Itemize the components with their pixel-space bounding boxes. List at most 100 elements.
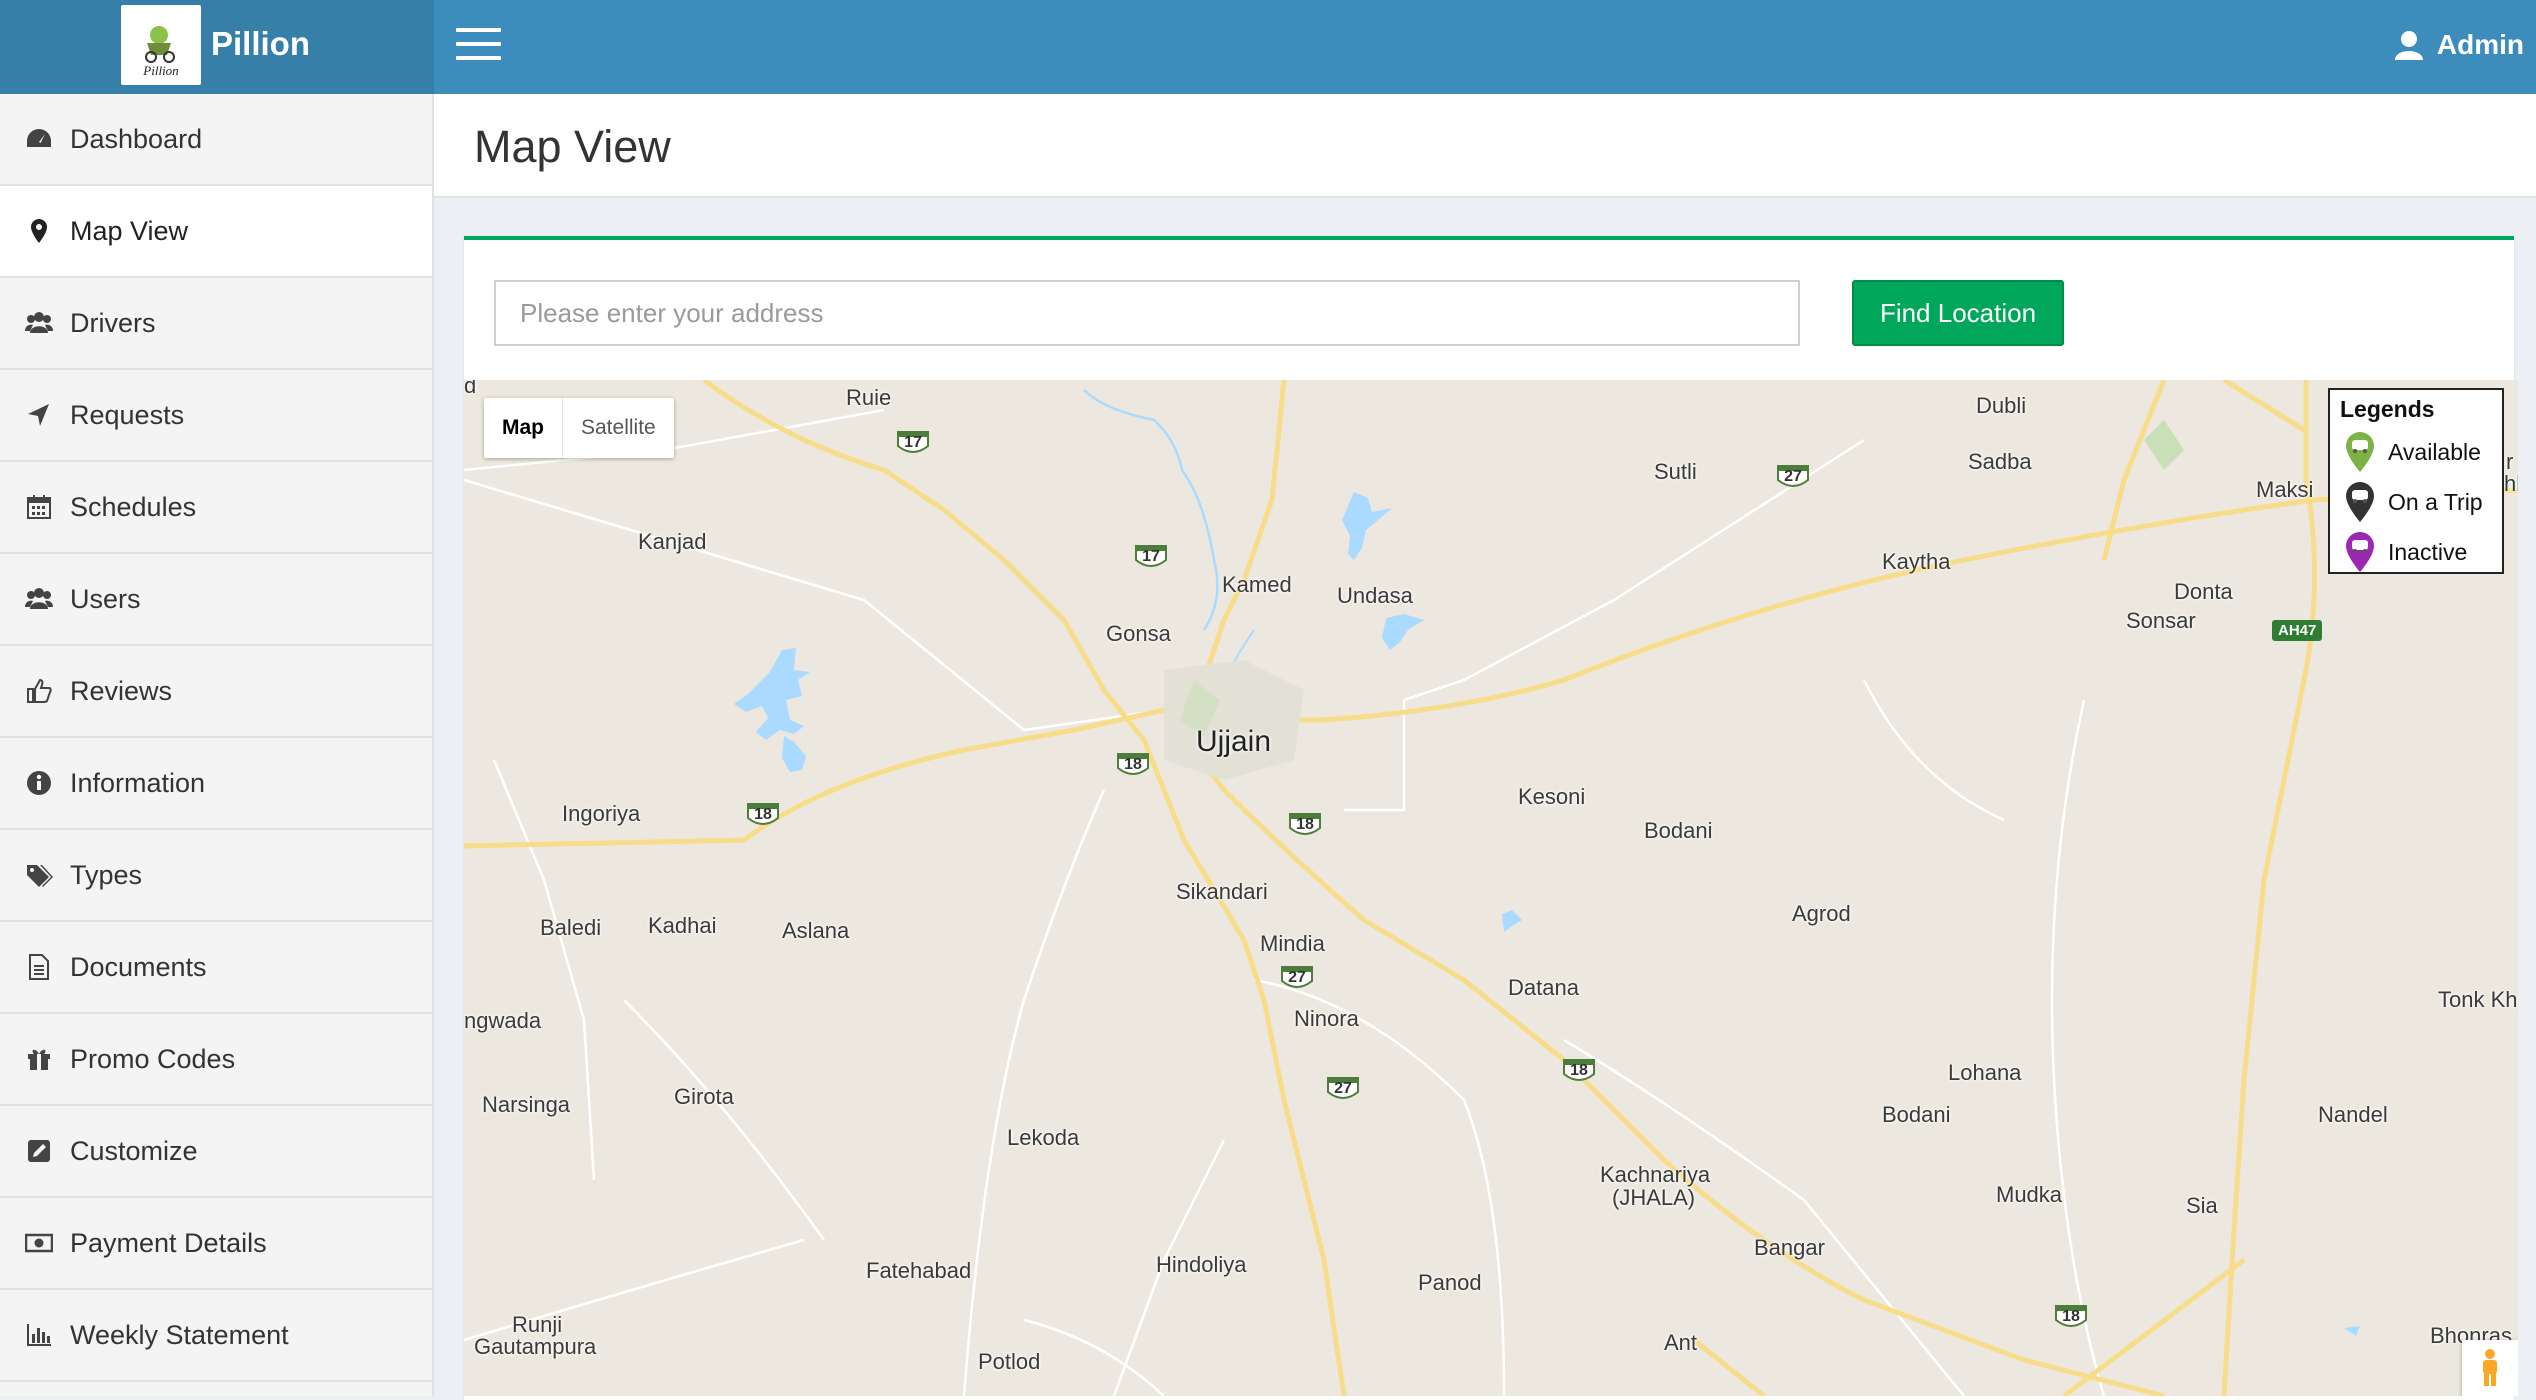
info-circle-icon [24, 768, 54, 798]
sidebar-item-drivers[interactable]: Drivers [0, 278, 432, 370]
location-arrow-icon [24, 400, 54, 430]
place-label: Mindia [1260, 931, 1325, 956]
top-header: Pillion Pillion Admin [0, 0, 2536, 94]
sidebar-item-documents[interactable]: Documents [0, 922, 432, 1014]
highway-shield: 18 [1288, 810, 1322, 838]
street-view-pegman-button[interactable] [2462, 1340, 2518, 1396]
map-type-map-button[interactable]: Map [484, 398, 563, 458]
place-label: Kanjad [638, 529, 707, 554]
highway-shield: 27 [1326, 1074, 1360, 1102]
sidebar-item-reviews[interactable]: Reviews [0, 646, 432, 738]
content-header: Map View [434, 94, 2536, 198]
map-marker-icon [24, 216, 54, 246]
place-label: Baledi [540, 915, 602, 940]
place-label: Gautampura [474, 1334, 597, 1359]
highway-shield: 18 [1116, 750, 1150, 778]
sidebar-item-label: Schedules [70, 491, 197, 522]
users-icon [24, 308, 54, 338]
car-pin-on-trip-icon [2346, 482, 2374, 522]
place-label: d [464, 380, 477, 398]
place-label: Kachnariya [1600, 1162, 1711, 1187]
file-text-icon [24, 952, 54, 982]
legend-item-on-a-trip: On a Trip [2344, 480, 2483, 524]
legend-label: Available [2388, 438, 2481, 465]
map-type-satellite-button[interactable]: Satellite [563, 398, 674, 458]
place-label: Kadhai [648, 913, 717, 938]
place-label: Lohana [1948, 1060, 2022, 1085]
place-label: Ninora [1294, 1006, 1359, 1031]
place-label: ngwada [464, 1008, 542, 1033]
map-base-layer [464, 380, 2518, 1396]
calendar-icon [24, 492, 54, 522]
sidebar-item-weekly-statement[interactable]: Weekly Statement [0, 1290, 432, 1382]
car-pin-available-icon [2346, 432, 2374, 472]
highway-shield: 27 [1776, 462, 1810, 490]
place-label: Lekoda [1007, 1125, 1080, 1150]
place-label: hl [2504, 471, 2518, 496]
place-label: Girota [674, 1084, 734, 1109]
place-label: Sikandari [1176, 879, 1268, 904]
sidebar-item-requests[interactable]: Requests [0, 370, 432, 462]
sidebar-item-information[interactable]: Information [0, 738, 432, 830]
place-label: Dubli [1976, 393, 2027, 418]
place-label: (JHALA) [1612, 1185, 1696, 1210]
highway-shield: 18 [746, 800, 780, 828]
sidebar-item-label: Customize [70, 1135, 198, 1166]
sidebar-item-users[interactable]: Users [0, 554, 432, 646]
map-legend: Legends Available On a Trip Inactive [2328, 388, 2504, 574]
place-label: Maksi [2256, 477, 2314, 502]
thumbs-up-icon [24, 676, 54, 706]
sidebar-item-label: Users [70, 583, 141, 614]
sidebar-item-label: Requests [70, 399, 185, 430]
place-label: Narsinga [482, 1092, 571, 1117]
legend-item-inactive: Inactive [2344, 530, 2467, 574]
place-label: Nandel [2318, 1102, 2388, 1127]
place-label: Ant [1664, 1330, 1698, 1355]
brand[interactable]: Pillion Pillion [0, 0, 434, 94]
sidebar-item-dashboard[interactable]: Dashboard [0, 94, 432, 186]
place-label: Aslana [782, 918, 850, 943]
highway-shield: 18 [1562, 1056, 1596, 1084]
place-label: Ingoriya [562, 801, 641, 826]
map-type-control: Map Satellite [484, 398, 674, 458]
sidebar-item-label: Information [70, 767, 206, 798]
legend-label: On a Trip [2388, 488, 2483, 515]
sidebar-item-customize[interactable]: Customize [0, 1106, 432, 1198]
place-label: Bangar [1754, 1235, 1825, 1260]
sidebar-item-promo-codes[interactable]: Promo Codes [0, 1014, 432, 1106]
place-label: Undasa [1337, 583, 1413, 608]
user-icon [2394, 31, 2423, 60]
legend-title: Legends [2340, 396, 2435, 422]
place-label: Sia [2186, 1193, 2218, 1218]
sidebar-item-map-view[interactable]: Map View [0, 186, 432, 278]
highway-shield: AH47 [2272, 620, 2323, 641]
sidebar-item-payment-details[interactable]: Payment Details [0, 1198, 432, 1290]
users-icon [24, 584, 54, 614]
app-name: Pillion [211, 25, 310, 62]
sidebar-item-label: Types [70, 859, 143, 890]
money-icon [24, 1228, 54, 1258]
car-pin-inactive-icon [2346, 532, 2374, 572]
place-label: Bodani [1644, 818, 1713, 843]
place-label: Panod [1418, 1270, 1482, 1295]
highway-shield: 17 [896, 428, 930, 456]
user-menu[interactable]: Admin [2394, 25, 2524, 65]
sidebar-item-types[interactable]: Types [0, 830, 432, 922]
sidebar-item-schedules[interactable]: Schedules [0, 462, 432, 554]
bar-chart-icon [24, 1320, 54, 1350]
legend-label: Inactive [2388, 538, 2468, 565]
place-label: Kamed [1222, 572, 1292, 597]
place-label: Sonsar [2126, 608, 2196, 633]
place-label: Potlod [978, 1349, 1041, 1374]
sidebar-item-label: Promo Codes [70, 1043, 236, 1074]
place-label: Sadba [1968, 449, 2032, 474]
app-logo: Pillion [121, 5, 201, 85]
place-label: Gonsa [1106, 621, 1171, 646]
gift-icon [24, 1044, 54, 1074]
google-map[interactable]: d Ruie Kanjad Kamed Undasa Gonsa Sutli D… [464, 380, 2518, 1396]
sidebar-toggle-button[interactable] [456, 28, 501, 64]
highway-shield: 18 [2054, 1302, 2088, 1330]
address-search-input[interactable] [494, 280, 1800, 346]
find-location-button[interactable]: Find Location [1852, 280, 2064, 346]
tags-icon [24, 860, 54, 890]
